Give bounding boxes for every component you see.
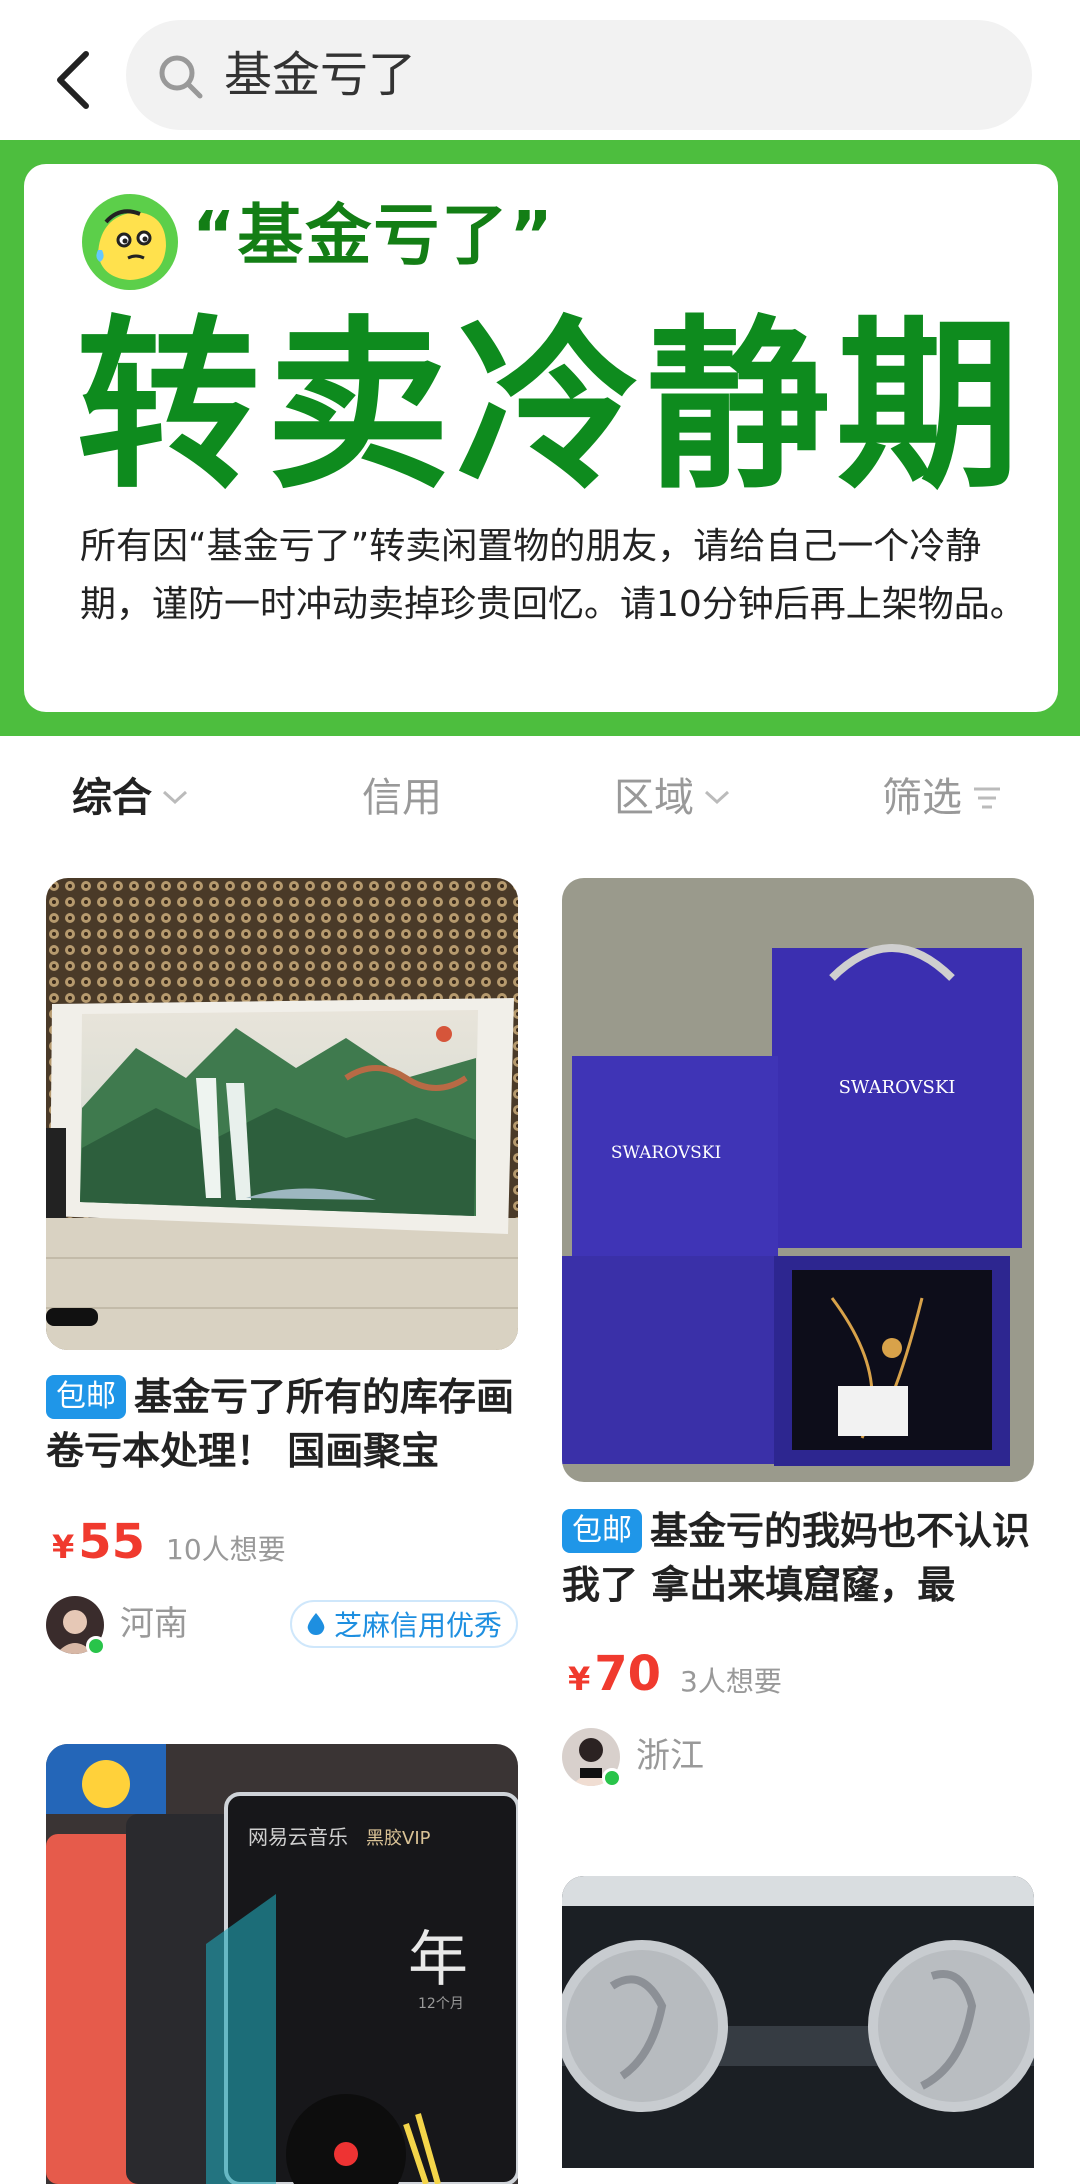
coins-photo-image — [562, 1876, 1034, 2168]
photo-text: 12个月 — [418, 1996, 464, 2012]
currency-symbol: ¥ — [568, 1660, 591, 1698]
top-bar: 基金亏了 — [0, 0, 1080, 140]
banner-big-title: 转卖冷静期 — [76, 300, 1027, 514]
free-shipping-tag: 包邮 — [46, 1375, 126, 1419]
product-price: ¥ 55 — [52, 1514, 145, 1570]
search-query-text: 基金亏了 — [224, 47, 417, 103]
chevron-down-icon — [162, 790, 188, 805]
sort-tab-region[interactable]: 区域 — [614, 772, 732, 824]
credit-badge-text: 芝麻信用优秀 — [333, 1609, 502, 1642]
back-button[interactable] — [52, 48, 96, 112]
product-photo[interactable] — [46, 878, 518, 1350]
search-box[interactable]: 基金亏了 — [126, 20, 1032, 130]
want-count: 10人想要 — [166, 1533, 286, 1566]
product-price: ¥ 70 — [568, 1646, 661, 1702]
product-card[interactable] — [562, 1876, 1034, 2168]
back-arrow-icon — [57, 51, 89, 109]
sort-tab-label: 筛选 — [882, 775, 962, 821]
photo-text: 网易云音乐 — [248, 1825, 348, 1849]
sort-tab-comprehensive[interactable]: 综合 — [72, 772, 190, 824]
sort-tab-credit[interactable]: 信用 — [362, 772, 442, 824]
currency-symbol: ¥ — [52, 1528, 75, 1566]
sort-tab-label: 信用 — [362, 775, 442, 821]
brand-text: SWAROVSKI — [611, 1143, 721, 1163]
seller-region: 浙江 — [636, 1736, 704, 1776]
sort-tab-label: 区域 — [614, 775, 694, 821]
seller-region: 河南 — [120, 1604, 188, 1644]
seller-row[interactable]: 浙江 — [562, 1728, 1034, 1788]
product-title[interactable]: 包邮 基金亏了所有的库存画卷亏本处理！ 国画聚宝 — [46, 1370, 518, 1478]
online-status-dot — [602, 1768, 622, 1788]
sort-tab-filter[interactable]: 筛选 — [882, 772, 1004, 824]
search-icon — [159, 55, 203, 99]
filter-icon — [974, 787, 1000, 809]
banner-description: 所有因“基金亏了”转卖闲置物的朋友，请给自己一个冷静期，谨防一时冲动卖掉珍贵回忆… — [80, 526, 1026, 625]
product-card[interactable]: 包邮 基金亏了所有的库存画卷亏本处理！ 国画聚宝 ¥ 55 10人想要 河南 芝麻… — [46, 878, 518, 1658]
jewelry-box-photo-image: SWAROVSKI SWAROVSKI — [562, 878, 1034, 1482]
seller-row[interactable]: 河南 芝麻信用优秀 — [46, 1596, 518, 1656]
sort-tab-label: 综合 — [72, 775, 152, 821]
vip-cards-photo-image: 网易云音乐 黑胶VIP 年 12个月 — [46, 1744, 518, 2184]
mascot-icon — [82, 194, 178, 290]
online-status-dot — [86, 1636, 106, 1656]
product-photo[interactable] — [562, 1876, 1034, 2168]
product-photo[interactable]: SWAROVSKI SWAROVSKI — [562, 878, 1034, 1482]
credit-badge: 芝麻信用优秀 — [289, 1600, 518, 1648]
painting-photo-image — [46, 878, 518, 1350]
drop-icon — [307, 1613, 325, 1635]
photo-text: 黑胶VIP — [366, 1828, 431, 1849]
banner-card[interactable]: “基金亏了” 转卖冷静期 所有因“基金亏了”转卖闲置物的朋友，请给自己一个冷静期… — [24, 164, 1058, 712]
product-card[interactable]: SWAROVSKI SWAROVSKI 包邮 基金亏的我妈也不认识我了 拿出来填窟… — [562, 878, 1034, 1798]
free-shipping-tag: 包邮 — [562, 1509, 642, 1553]
banner-quote-title: “基金亏了” — [192, 197, 555, 274]
product-card[interactable]: 网易云音乐 黑胶VIP 年 12个月 — [46, 1744, 518, 2184]
price-value: 55 — [78, 1514, 146, 1570]
sort-bar: 综合 信用 区域 筛选 — [0, 736, 1080, 860]
product-photo[interactable]: 网易云音乐 黑胶VIP 年 12个月 — [46, 1744, 518, 2184]
product-title[interactable]: 包邮 基金亏的我妈也不认识我了 拿出来填窟窿，最 — [562, 1504, 1034, 1612]
photo-text: 年 — [408, 1925, 468, 1995]
cooling-off-banner: “基金亏了” 转卖冷静期 所有因“基金亏了”转卖闲置物的朋友，请给自己一个冷静期… — [0, 140, 1080, 736]
brand-text: SWAROVSKI — [839, 1077, 956, 1098]
price-value: 70 — [594, 1646, 662, 1702]
chevron-down-icon — [704, 790, 730, 805]
want-count: 3人想要 — [680, 1665, 782, 1698]
